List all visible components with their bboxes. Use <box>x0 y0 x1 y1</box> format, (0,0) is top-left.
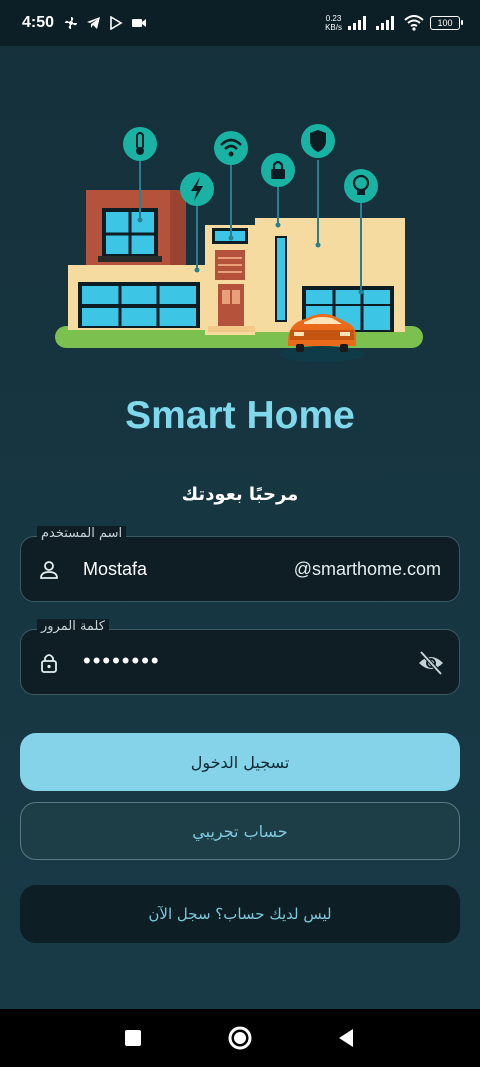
shield-icon <box>301 124 335 158</box>
status-left: 4:50 <box>22 14 147 32</box>
navigation-bar <box>0 1009 480 1067</box>
wifi-icon <box>404 15 424 31</box>
welcome-text: مرحبًا بعودتك <box>181 484 299 505</box>
play-store-icon <box>110 16 123 30</box>
lightbulb-icon <box>344 169 378 203</box>
speed-unit: KB/s <box>325 23 342 32</box>
status-time: 4:50 <box>22 14 55 31</box>
signal-icon <box>348 16 366 30</box>
back-triangle-icon[interactable] <box>334 1025 360 1051</box>
status-bar: 4:50 0.23 KB/s 100 <box>0 0 480 46</box>
lock-sensor-icon <box>261 153 295 187</box>
username-label: اسم المستخدم <box>37 526 127 541</box>
network-speed: 0.23 KB/s <box>325 14 342 32</box>
domain-suffix: @smarthome.com <box>293 559 441 579</box>
login-button[interactable]: تسجيل الدخول <box>20 733 460 791</box>
person-icon <box>40 561 58 579</box>
status-right: 0.23 KB/s 100 <box>325 14 463 32</box>
password-field[interactable]: كلمة المرور •••••••• <box>20 619 460 695</box>
lock-icon <box>41 654 57 673</box>
register-link-button[interactable]: ليس لديك حساب؟ سجل الآن <box>20 885 460 943</box>
thermometer-icon <box>123 127 157 161</box>
speed-value: 0.23 <box>325 14 342 23</box>
username-input[interactable]: Mostafa <box>83 559 147 580</box>
fan-icon <box>65 17 78 29</box>
lightning-icon <box>180 172 214 206</box>
wifi-sensor-icon <box>214 131 248 165</box>
notification-icons <box>64 16 147 30</box>
telegram-icon <box>87 17 101 29</box>
app-title: Smart Home <box>125 394 355 437</box>
home-circle-icon[interactable] <box>227 1025 253 1051</box>
smart-home-illustration <box>55 124 423 362</box>
recents-square-icon[interactable] <box>120 1025 146 1051</box>
signal-icon-2 <box>376 16 394 30</box>
demo-account-button[interactable]: حساب تجريبي <box>20 802 460 860</box>
password-label: كلمة المرور <box>37 619 109 634</box>
password-input[interactable]: •••••••• <box>83 648 161 674</box>
username-field[interactable]: اسم المستخدم Mostafa @smarthome.com <box>20 526 460 602</box>
video-camera-icon <box>132 19 147 27</box>
eye-off-icon[interactable] <box>417 650 445 676</box>
battery-indicator: 100 <box>430 16 463 30</box>
